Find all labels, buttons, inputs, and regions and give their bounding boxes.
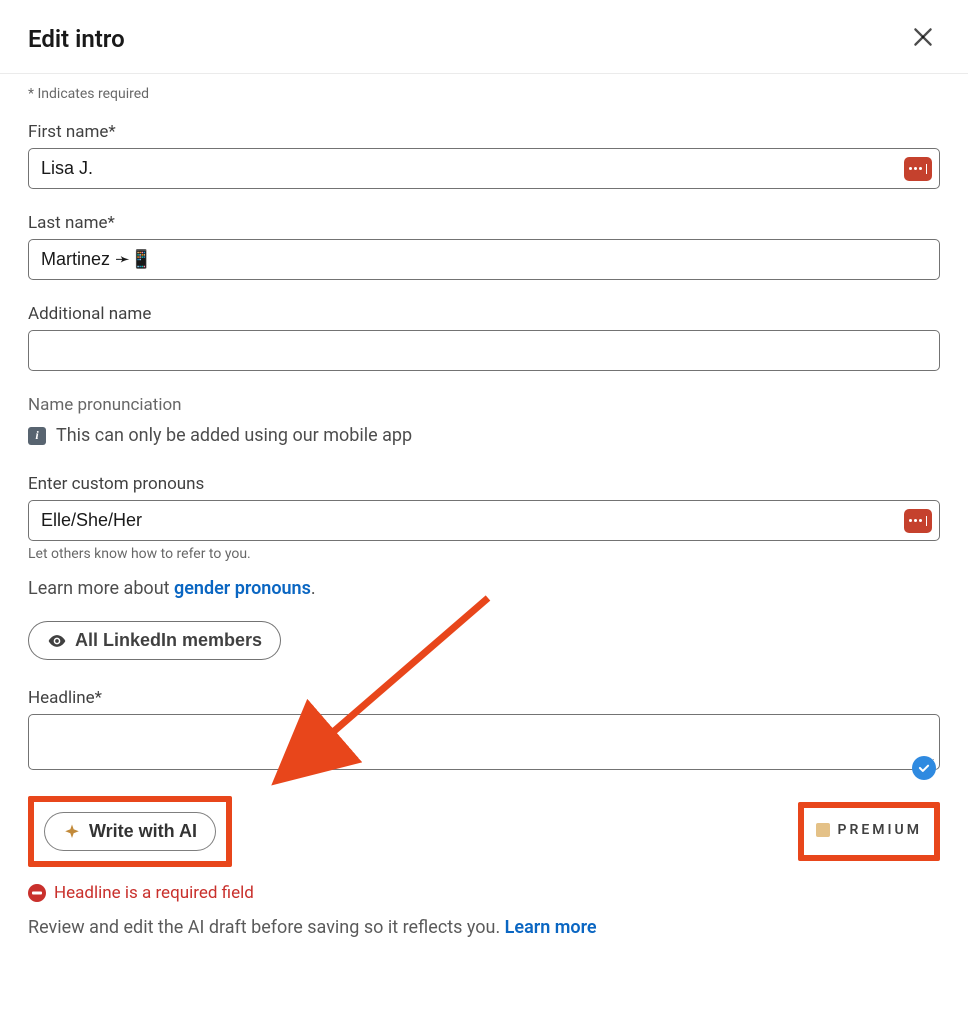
first-name-input-wrap — [28, 148, 940, 189]
pronunciation-label: Name pronunciation — [28, 395, 940, 415]
info-icon: i — [28, 427, 46, 445]
last-name-input[interactable] — [28, 239, 940, 280]
ai-button-label: Write with AI — [89, 821, 197, 842]
visibility-label: All LinkedIn members — [75, 630, 262, 651]
pronouns-learn-suffix: . — [311, 578, 316, 599]
additional-name-label: Additional name — [28, 304, 940, 324]
first-name-input[interactable] — [28, 148, 940, 189]
pronunciation-info: i This can only be added using our mobil… — [28, 425, 940, 446]
premium-tag: PREMIUM — [816, 822, 923, 838]
pronouns-hint: Let others know how to refer to you. — [28, 546, 940, 562]
password-manager-icon[interactable] — [904, 509, 932, 533]
close-button[interactable] — [906, 20, 940, 57]
pronunciation-section: Name pronunciation i This can only be ad… — [28, 395, 940, 446]
pronouns-input-wrap — [28, 500, 940, 541]
pronouns-learn-prefix: Learn more about — [28, 578, 174, 599]
headline-error-text: Headline is a required field — [54, 883, 254, 903]
premium-square-icon — [816, 823, 830, 837]
review-prefix: Review and edit the AI draft before savi… — [28, 917, 505, 938]
headline-error: Headline is a required field — [28, 883, 940, 903]
headline-group: Headline* ⋰ — [28, 688, 940, 938]
learn-more-link[interactable]: Learn more — [505, 917, 597, 938]
pronouns-input[interactable] — [28, 500, 940, 541]
additional-name-input[interactable] — [28, 330, 940, 371]
first-name-label: First name* — [28, 122, 940, 142]
visibility-button[interactable]: All LinkedIn members — [28, 621, 281, 660]
checkmark-badge-icon — [912, 756, 936, 780]
password-manager-icon[interactable] — [904, 157, 932, 181]
first-name-group: First name* — [28, 122, 940, 189]
pronouns-label: Enter custom pronouns — [28, 474, 940, 494]
last-name-group: Last name* — [28, 213, 940, 280]
eye-icon — [47, 631, 67, 651]
headline-input[interactable] — [28, 714, 940, 770]
modal-header: Edit intro — [0, 0, 968, 74]
modal-title: Edit intro — [28, 25, 125, 53]
edit-intro-modal: Edit intro * Indicates required First na… — [0, 0, 968, 966]
pronouns-learn-line: Learn more about gender pronouns. — [28, 578, 940, 599]
write-with-ai-button[interactable]: Write with AI — [44, 812, 216, 851]
additional-name-group: Additional name — [28, 304, 940, 371]
headline-textarea-wrap: ⋰ — [28, 714, 940, 774]
pronunciation-info-text: This can only be added using our mobile … — [56, 425, 412, 446]
review-line: Review and edit the AI draft before savi… — [28, 917, 940, 938]
premium-label: PREMIUM — [838, 822, 923, 838]
ai-row: Write with AI PREMIUM — [28, 796, 940, 867]
pronouns-group: Enter custom pronouns Let others know ho… — [28, 474, 940, 562]
last-name-label: Last name* — [28, 213, 940, 233]
error-icon — [28, 884, 46, 902]
modal-body: * Indicates required First name* Last na… — [0, 74, 968, 966]
required-note: * Indicates required — [28, 86, 940, 102]
close-icon — [910, 24, 936, 53]
highlight-box-ai: Write with AI — [28, 796, 232, 867]
gender-pronouns-link[interactable]: gender pronouns — [174, 578, 311, 599]
sparkle-icon — [63, 823, 81, 841]
headline-label: Headline* — [28, 688, 940, 708]
highlight-box-premium: PREMIUM — [798, 802, 941, 861]
